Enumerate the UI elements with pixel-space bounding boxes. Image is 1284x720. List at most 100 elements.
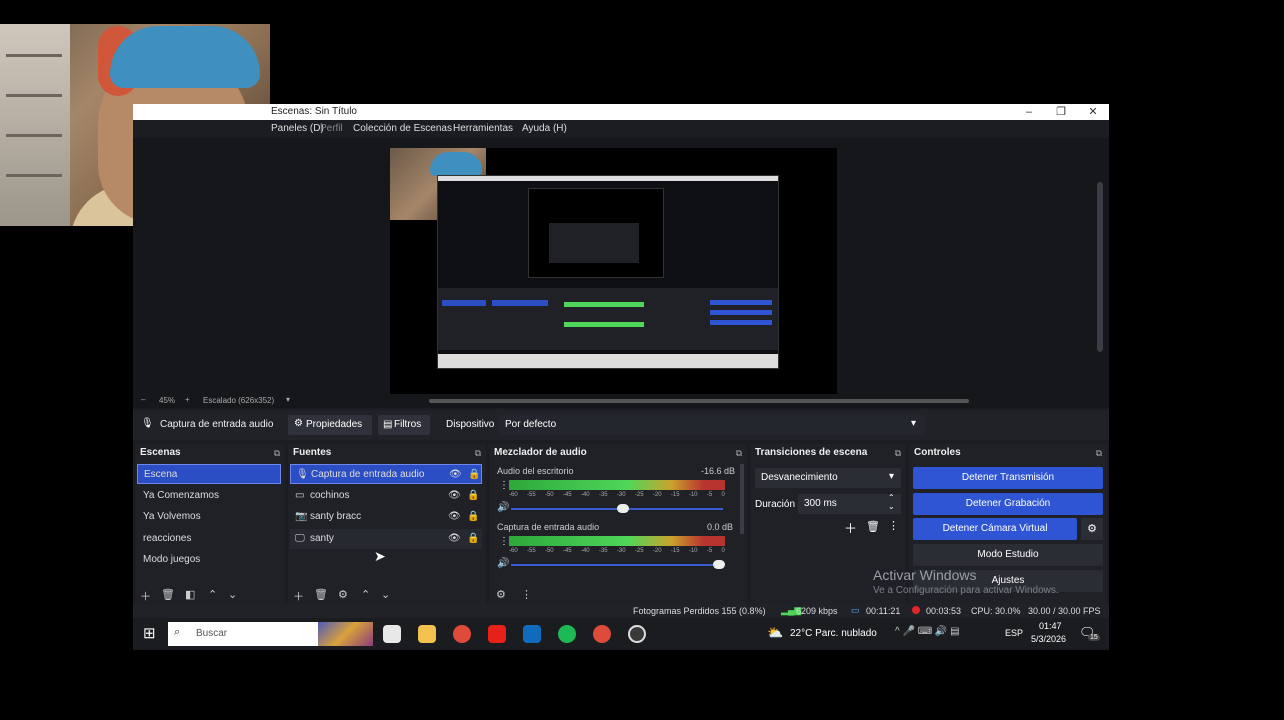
obs-icon[interactable] — [628, 625, 646, 643]
trash-icon[interactable]: 🗑 — [314, 588, 328, 601]
preview-area[interactable] — [133, 138, 1109, 400]
eye-icon[interactable]: 👁 — [448, 507, 461, 527]
scale-dropdown-icon[interactable]: ▾ — [286, 395, 290, 404]
camera-icon: 📷 — [295, 511, 308, 522]
restore-icon[interactable]: ❐ — [1045, 104, 1077, 120]
clock-time[interactable]: 01:47 — [1039, 621, 1062, 631]
scene-item[interactable]: Modo juegos — [137, 550, 281, 570]
popout-icon[interactable]: ⧉ — [274, 444, 280, 462]
add-source-icon[interactable]: ＋ — [293, 588, 304, 604]
studio-mode-button[interactable]: Modo Estudio — [913, 544, 1103, 566]
dropped-frames: Fotogramas Perdidos 155 (0.8%) — [633, 606, 766, 616]
kebab-menu-icon[interactable]: ⋮ — [499, 480, 509, 491]
scene-item[interactable]: Escena — [137, 464, 281, 484]
stepper-down-icon[interactable]: ⌄ — [888, 502, 895, 511]
trash-icon[interactable]: 🗑 — [866, 520, 880, 533]
fps: 30.00 / 30.00 FPS — [1028, 606, 1101, 616]
kebab-menu-icon[interactable]: ⋮ — [521, 588, 532, 601]
speaker-icon[interactable]: 🔊 — [497, 502, 509, 513]
source-item[interactable]: 🖵 santy 👁 🔒 — [290, 529, 482, 549]
device-select[interactable]: Por defecto ▾ — [499, 415, 925, 435]
youtube-icon[interactable] — [488, 625, 506, 643]
mail-icon[interactable] — [383, 625, 401, 643]
menu-tools[interactable]: Herramientas — [453, 123, 513, 134]
filters-label: Filtros — [394, 419, 422, 430]
move-down-icon[interactable]: ⌄ — [228, 588, 237, 601]
source-item[interactable]: 📷 santy bracc 👁 🔒 — [290, 507, 482, 527]
source-item[interactable]: ▭ cochinos 👁 🔒 — [290, 486, 482, 506]
eye-icon[interactable]: 👁 — [449, 465, 462, 485]
chrome-icon[interactable] — [453, 625, 471, 643]
preview-scrollbar[interactable] — [1097, 182, 1103, 352]
kebab-menu-icon[interactable]: ⋮ — [888, 519, 899, 532]
window-title: Escenas: Sin Título — [271, 106, 357, 117]
transition-select[interactable]: Desvanecimiento ▾ — [755, 468, 901, 488]
sources-dock: Fuentes ⧉ 🎙 Captura de entrada audio 👁 🔒 … — [288, 444, 486, 604]
kebab-menu-icon[interactable]: ⋮ — [499, 536, 509, 547]
scenes-header: Escenas ⧉ — [135, 444, 285, 462]
mixer-scrollbar[interactable] — [740, 464, 744, 534]
add-transition-icon[interactable]: ＋ — [844, 518, 857, 537]
trash-icon[interactable]: 🗑 — [161, 588, 175, 601]
spotify-icon[interactable] — [558, 625, 576, 643]
source-item[interactable]: 🎙 Captura de entrada audio 👁 🔒 — [290, 464, 482, 484]
volume-slider-handle[interactable] — [713, 560, 725, 569]
popout-icon[interactable]: ⧉ — [895, 444, 901, 462]
volume-slider[interactable] — [511, 564, 723, 566]
lock-icon[interactable]: 🔒 — [467, 529, 479, 549]
zoom-in-button[interactable]: + — [185, 395, 190, 404]
file-explorer-icon[interactable] — [418, 625, 436, 643]
eye-icon[interactable]: 👁 — [448, 486, 461, 506]
scene-item[interactable]: Ya Volvemos — [137, 507, 281, 527]
scene-filter-icon[interactable]: ◧ — [185, 588, 195, 601]
stop-record-button[interactable]: Detener Grabación — [913, 493, 1103, 515]
scale-label: Escalado (626x352) — [203, 396, 275, 405]
search-highlight-image — [318, 622, 373, 646]
tray-icons[interactable]: ^ 🎤 ⌨ 🔊 ▤ — [895, 626, 960, 637]
move-up-icon[interactable]: ⌃ — [208, 588, 217, 601]
lock-icon[interactable]: 🔒 — [467, 507, 479, 527]
menu-help[interactable]: Ayuda (H) — [522, 123, 567, 134]
menu-panels[interactable]: Paneles (D) — [271, 123, 324, 134]
gear-icon[interactable]: ⚙ — [338, 588, 348, 601]
search-box[interactable]: ⌕ Buscar — [168, 622, 373, 646]
source-toolbar: 🎙 Captura de entrada audio ⚙ Propiedades… — [133, 410, 1109, 440]
window-icon: ▭ — [295, 490, 305, 501]
language-indicator[interactable]: ESP — [1005, 628, 1023, 638]
channel-name: Audio del escritorio — [497, 466, 574, 476]
popout-icon[interactable]: ⧉ — [475, 444, 481, 462]
add-scene-icon[interactable]: ＋ — [140, 588, 151, 604]
eye-icon[interactable]: 👁 — [448, 529, 461, 549]
lock-icon[interactable]: 🔒 — [468, 465, 480, 485]
menu-scene-collection[interactable]: Colección de Escenas — [353, 123, 452, 134]
advanced-audio-icon[interactable]: ⚙ — [496, 588, 506, 601]
duration-input[interactable]: 300 ms ⌃ ⌄ — [798, 493, 901, 514]
close-icon[interactable]: ✕ — [1077, 104, 1109, 120]
zoom-out-button[interactable]: – — [141, 395, 145, 404]
popout-icon[interactable]: ⧉ — [736, 444, 742, 462]
person-cap — [110, 26, 260, 88]
store-icon[interactable] — [523, 625, 541, 643]
move-down-icon[interactable]: ⌄ — [381, 588, 390, 601]
lock-icon[interactable]: 🔒 — [467, 486, 479, 506]
windows-start-icon[interactable]: ⊞ — [143, 624, 156, 642]
source-label: santy — [310, 533, 334, 544]
move-up-icon[interactable]: ⌃ — [361, 588, 370, 601]
chrome-icon[interactable] — [593, 625, 611, 643]
stop-virtual-cam-button[interactable]: Detener Cámara Virtual — [913, 518, 1077, 540]
popout-icon[interactable]: ⧉ — [1096, 444, 1102, 462]
preview-canvas[interactable] — [390, 148, 837, 400]
scene-item[interactable]: Ya Comenzamos — [137, 486, 281, 506]
virtual-cam-settings-icon[interactable]: ⚙ — [1081, 518, 1103, 540]
speaker-icon[interactable]: 🔊 — [497, 558, 509, 569]
menu-profile[interactable]: Perfil — [320, 123, 343, 134]
clock-date[interactable]: 5/3/2026 — [1031, 634, 1066, 644]
volume-slider-handle[interactable] — [617, 504, 629, 513]
horizontal-scrollbar[interactable] — [429, 399, 969, 403]
stepper-up-icon[interactable]: ⌃ — [888, 493, 895, 502]
minimize-icon[interactable]: – — [1013, 104, 1045, 120]
scene-item[interactable]: reacciones — [137, 529, 281, 549]
properties-button[interactable]: ⚙ Propiedades — [288, 415, 372, 435]
stop-stream-button[interactable]: Detener Transmisión — [913, 467, 1103, 489]
filters-button[interactable]: ▤ Filtros — [378, 415, 430, 435]
